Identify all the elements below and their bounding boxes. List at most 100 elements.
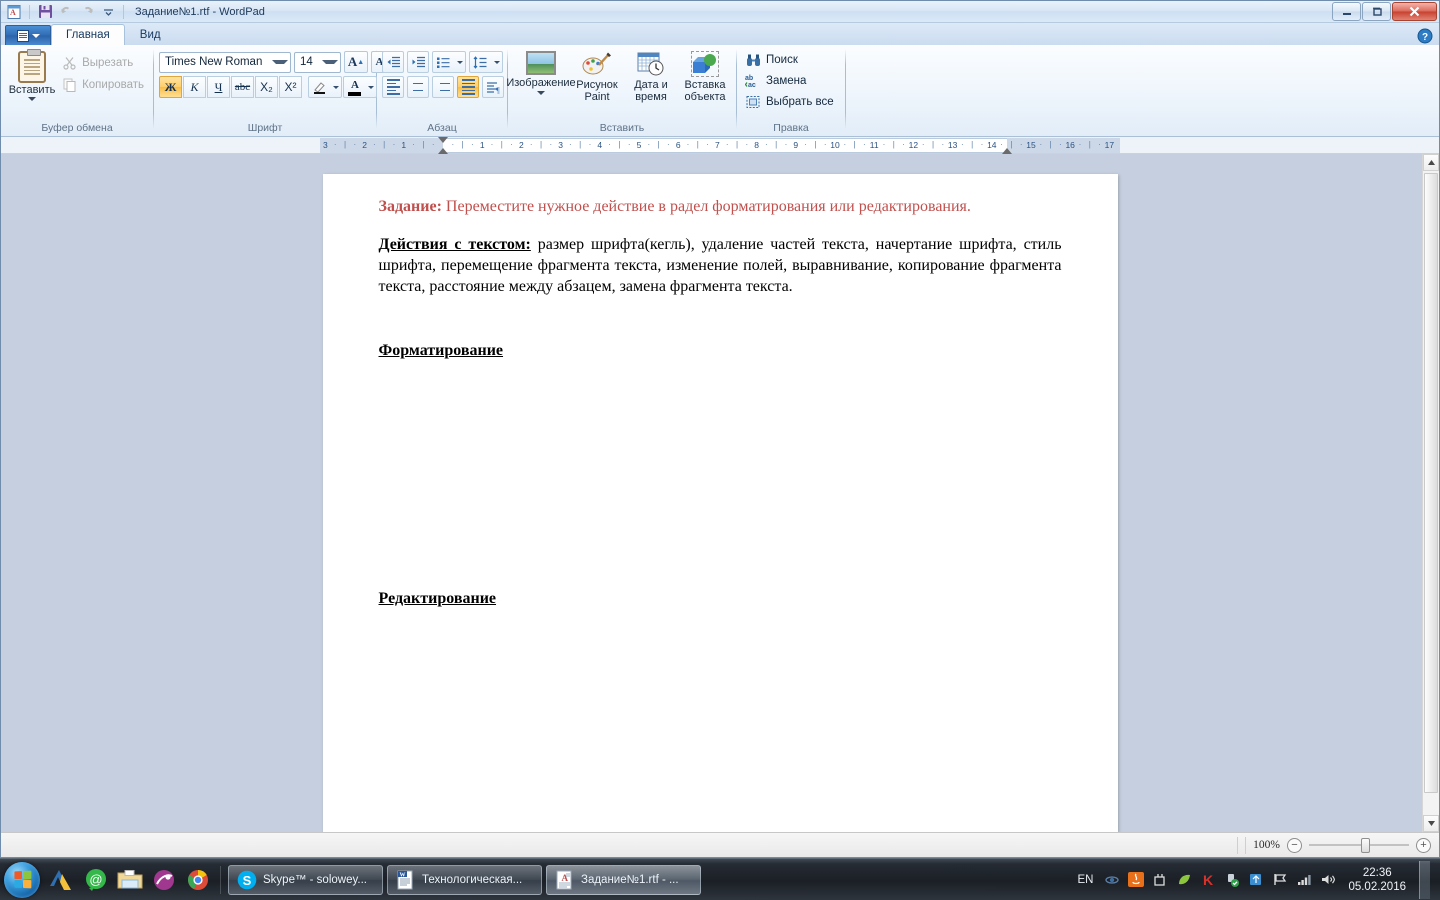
media-player-icon[interactable]: [149, 865, 179, 895]
italic-button[interactable]: К: [183, 76, 206, 98]
font-size-select[interactable]: 14: [294, 51, 341, 73]
horizontal-ruler[interactable]: 3 2 1 1 2 3 4 5 6 7 8 9 10 11 12 13 14 15 16 17 · | · · | · · | · · | ·…: [320, 136, 1120, 154]
insert-object-button[interactable]: Вставка объекта: [679, 49, 731, 105]
insert-picture-button[interactable]: Изображение: [506, 49, 576, 97]
redo-icon[interactable]: [78, 3, 96, 21]
ribbon-group-editing: Поиск ab ac Замена Выбрать все Правка: [737, 45, 845, 137]
insert-paint-drawing-button[interactable]: Рисунок Paint: [571, 49, 623, 105]
select-all-button[interactable]: Выбрать все: [742, 92, 837, 111]
ruler-tick-dot: |: [735, 140, 739, 149]
grow-font-button[interactable]: A ▲: [344, 51, 368, 73]
action-center-flag-icon[interactable]: [1271, 871, 1288, 888]
svg-text:K: K: [1203, 872, 1213, 887]
align-justify-button[interactable]: [457, 76, 479, 98]
status-divider-2: [1245, 836, 1247, 854]
start-button[interactable]: [4, 861, 40, 898]
highlighter-pen-icon: [309, 80, 330, 95]
taskbar-item-skype[interactable]: S Skype™ - solowey...: [228, 864, 383, 895]
explorer-icon[interactable]: [115, 865, 145, 895]
ruler-tick-dot: ·: [569, 140, 572, 149]
chrome-icon[interactable]: [183, 865, 213, 895]
close-button[interactable]: [1392, 2, 1437, 21]
strikethrough-button[interactable]: abc: [231, 76, 254, 98]
superscript-button[interactable]: X²: [279, 76, 302, 98]
green-leaf-icon[interactable]: [1175, 871, 1192, 888]
tray-show-hidden-icon[interactable]: [1103, 871, 1120, 888]
line-spacing-icon: [470, 55, 491, 69]
copy-button[interactable]: Копировать: [58, 75, 148, 94]
decrease-indent-button[interactable]: [382, 51, 404, 73]
ruler-tick-dot: ·: [333, 140, 337, 149]
scrollbar-thumb[interactable]: [1424, 173, 1438, 793]
ruler-tick-dot: ·: [490, 140, 494, 149]
ribbon-group-clipboard: Вставить Вырезать Копировать Буфер обмен…: [1, 45, 153, 137]
word-icon: W: [396, 870, 416, 890]
language-indicator[interactable]: EN: [1077, 874, 1093, 886]
taskbar-item-wordpad[interactable]: A Задание№1.rtf - ...: [546, 864, 701, 895]
zoom-out-button[interactable]: −: [1287, 837, 1302, 853]
zoom-slider[interactable]: [1309, 837, 1409, 853]
document-page[interactable]: Задание: Переместите нужное действие в р…: [322, 174, 1118, 832]
underline-button[interactable]: Ч: [207, 76, 230, 98]
undo-icon[interactable]: [57, 3, 75, 21]
bold-button[interactable]: Ж: [159, 76, 182, 98]
paste-button[interactable]: Вставить: [6, 49, 58, 101]
zoom-in-button[interactable]: +: [1416, 837, 1431, 853]
chevron-down-icon: [365, 85, 376, 89]
customize-qat-icon[interactable]: [99, 3, 117, 21]
help-icon[interactable]: ?: [1417, 28, 1433, 44]
taskbar-item-word[interactable]: W Технологическая...: [387, 864, 542, 895]
scissors-icon: [62, 55, 77, 70]
subscript-button[interactable]: X₂: [255, 76, 278, 98]
insert-object-icon: [691, 51, 719, 77]
zoom-slider-thumb[interactable]: [1361, 837, 1370, 853]
first-line-indent-marker[interactable]: [438, 136, 448, 143]
bullets-button[interactable]: [432, 51, 466, 73]
font-family-select[interactable]: Times New Roman: [159, 51, 291, 73]
autocad-icon[interactable]: [47, 865, 77, 895]
right-indent-marker[interactable]: [1002, 147, 1012, 154]
line-spacing-button[interactable]: [469, 51, 503, 73]
java-icon[interactable]: [1127, 871, 1144, 888]
wordpad-app-icon[interactable]: A: [5, 3, 23, 21]
kaspersky-icon[interactable]: K: [1199, 871, 1216, 888]
ruler-tick-number: 12: [908, 140, 919, 150]
align-center-button[interactable]: [407, 76, 429, 98]
find-button[interactable]: Поиск: [742, 50, 801, 69]
increase-indent-button[interactable]: [407, 51, 429, 73]
show-desktop-button[interactable]: [1419, 860, 1430, 899]
tab-home[interactable]: Главная: [51, 24, 125, 45]
heading-formatting: Форматирование: [378, 342, 504, 359]
tab-view[interactable]: Вид: [125, 24, 176, 45]
insert-datetime-button[interactable]: Дата и время: [625, 49, 677, 105]
wordpad-menu-button[interactable]: [5, 25, 51, 45]
mail-agent-icon[interactable]: @: [81, 865, 111, 895]
wordpad-window: A Задание№1.rtf - WordPad Главная Вид ? …: [0, 0, 1440, 858]
left-indent-marker[interactable]: [438, 147, 448, 154]
usb-device-icon[interactable]: [1223, 871, 1240, 888]
replace-icon: ab ac: [745, 73, 761, 88]
ruler-tick-dot: |: [657, 140, 660, 149]
svg-text:?: ?: [1422, 32, 1428, 43]
safely-remove-hardware-icon[interactable]: [1151, 871, 1168, 888]
document-area[interactable]: Задание: Переместите нужное действие в р…: [1, 154, 1439, 832]
scrollbar-track[interactable]: [1423, 171, 1439, 815]
scroll-up-button[interactable]: [1423, 154, 1439, 171]
network-signal-icon[interactable]: [1295, 871, 1312, 888]
windows-update-icon[interactable]: [1247, 871, 1264, 888]
insert-group-label: Вставить: [599, 122, 645, 134]
paragraph-settings-button[interactable]: ¶: [482, 76, 504, 98]
scroll-down-button[interactable]: [1423, 815, 1439, 832]
vertical-scrollbar[interactable]: [1422, 154, 1439, 832]
cut-button[interactable]: Вырезать: [58, 53, 148, 72]
clock[interactable]: 22:36 05.02.2016: [1343, 866, 1406, 894]
font-color-button[interactable]: A: [343, 76, 377, 98]
save-icon[interactable]: [36, 3, 54, 21]
replace-button[interactable]: ab ac Замена: [742, 71, 809, 90]
text-highlight-button[interactable]: [308, 76, 342, 98]
align-left-button[interactable]: [382, 76, 404, 98]
volume-icon[interactable]: [1319, 871, 1336, 888]
align-right-button[interactable]: [432, 76, 454, 98]
minimize-button[interactable]: [1332, 2, 1361, 21]
maximize-button[interactable]: [1362, 2, 1391, 21]
